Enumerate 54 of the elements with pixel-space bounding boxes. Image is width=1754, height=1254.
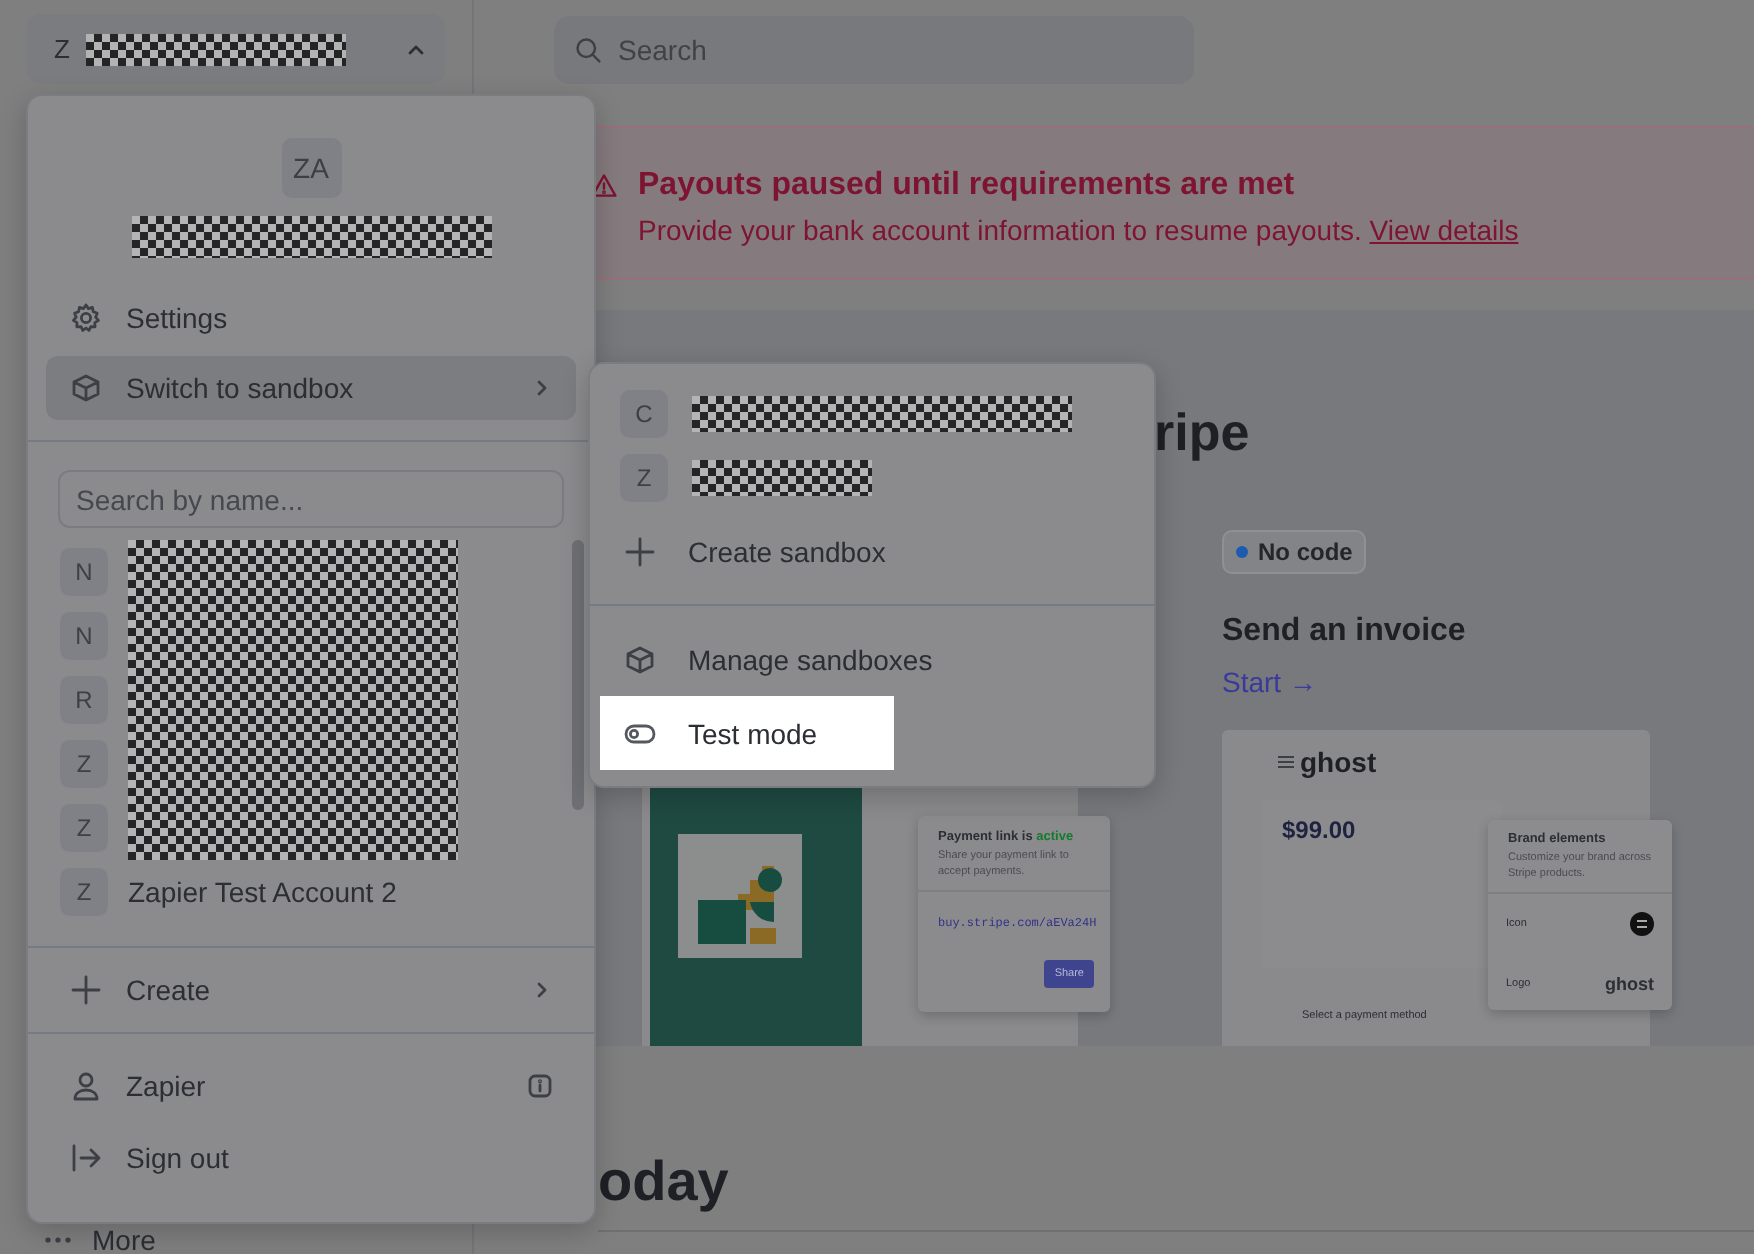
- banner-title: Payouts paused until requirements are met: [638, 168, 1297, 204]
- start-link[interactable]: Start →: [1222, 666, 1650, 698]
- gear-icon: [70, 302, 102, 334]
- cube-icon: [70, 372, 102, 404]
- search-icon: [574, 36, 602, 64]
- section-heading: ripe: [1154, 400, 1252, 464]
- account-initial: N: [60, 612, 108, 660]
- sandbox-item[interactable]: C: [590, 382, 1154, 446]
- banner-message: Provide your bank account information to resume payouts. View details: [638, 214, 1519, 246]
- search-field[interactable]: Search: [554, 16, 1194, 84]
- account-item[interactable]: Z: [28, 796, 594, 860]
- account-initial: Z: [60, 804, 108, 852]
- sandbox-item[interactable]: Z: [590, 446, 1154, 510]
- sliders-icon: [1630, 912, 1654, 936]
- account-avatar: ZA: [281, 138, 341, 198]
- menu-item[interactable]: Sign out: [46, 1126, 576, 1190]
- account-initial: R: [60, 676, 108, 724]
- sandbox-initial: Z: [620, 454, 668, 502]
- more-dots-icon: [44, 1235, 72, 1243]
- scrollbar[interactable]: [572, 540, 584, 810]
- account-search-field[interactable]: Search by name...: [58, 470, 564, 528]
- sign-out-icon: [70, 1142, 102, 1174]
- account-initial: Z: [54, 34, 70, 64]
- plus-icon: [624, 535, 656, 567]
- more-link[interactable]: More: [92, 1223, 156, 1254]
- plus-icon: [70, 974, 102, 1006]
- account-item[interactable]: R: [28, 668, 594, 732]
- menu-item[interactable]: Create sandbox: [600, 514, 1144, 588]
- account-initial: Z: [60, 740, 108, 788]
- warning-icon: [590, 172, 618, 200]
- menu-item[interactable]: Create: [46, 958, 576, 1022]
- account-initial: N: [60, 548, 108, 596]
- invoice-amount: $99.00: [1282, 816, 1358, 844]
- account-item[interactable]: N: [28, 540, 594, 604]
- account-item[interactable]: N: [28, 604, 594, 668]
- account-switcher[interactable]: Z: [26, 14, 446, 84]
- menu-item[interactable]: Settings: [46, 286, 576, 350]
- menu-lines-icon: [1278, 754, 1294, 770]
- account-item[interactable]: Z: [28, 732, 594, 796]
- section-heading: oday: [598, 1150, 1754, 1232]
- account-initial: Z: [60, 868, 108, 916]
- feature-title: Send an invoice: [1222, 614, 1468, 650]
- menu-item[interactable]: Switch to sandbox: [46, 356, 576, 420]
- cube-icon: [624, 643, 656, 675]
- ghost-logo-text: ghost: [1300, 746, 1377, 778]
- sandbox-initial: C: [620, 390, 668, 438]
- menu-item[interactable]: Manage sandboxes: [600, 622, 1144, 696]
- menu-item[interactable]: Test mode: [600, 696, 894, 770]
- menu-item[interactable]: Zapier: [46, 1054, 576, 1118]
- account-item[interactable]: Z Zapier Test Account 2: [28, 860, 594, 924]
- brand-logo-text: ghost: [1605, 974, 1654, 994]
- person-icon: [70, 1070, 102, 1102]
- no-code-badge: No code: [1222, 530, 1367, 574]
- view-details-link[interactable]: View details: [1369, 214, 1519, 246]
